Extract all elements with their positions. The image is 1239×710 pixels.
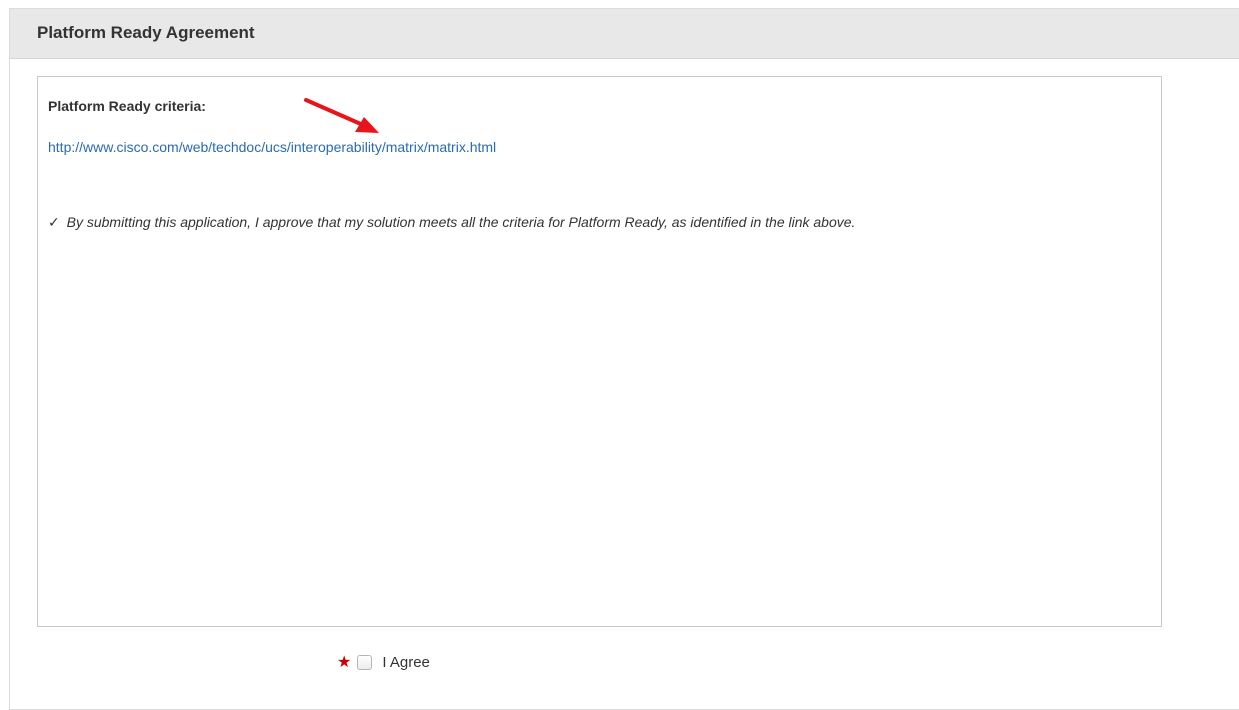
approval-text: By submitting this application, I approv… <box>66 214 856 230</box>
agree-label[interactable]: I Agree <box>382 654 430 671</box>
required-star-icon: ★ <box>337 652 352 671</box>
agree-row: ★ I Agree <box>337 651 430 673</box>
check-mark-icon: ✓ <box>48 215 60 231</box>
approval-statement: ✓ By submitting this application, I appr… <box>48 205 1148 240</box>
agreement-text-box[interactable]: Platform Ready criteria: http://www.cisc… <box>37 76 1162 627</box>
agreement-panel: Platform Ready Agreement Platform Ready … <box>9 8 1239 710</box>
red-arrow-icon <box>304 98 379 133</box>
panel-header: Platform Ready Agreement <box>10 9 1239 59</box>
criteria-heading: Platform Ready criteria: <box>48 98 206 114</box>
panel-title: Platform Ready Agreement <box>37 23 255 42</box>
criteria-link[interactable]: http://www.cisco.com/web/techdoc/ucs/int… <box>48 138 496 156</box>
agree-checkbox[interactable] <box>357 654 373 670</box>
